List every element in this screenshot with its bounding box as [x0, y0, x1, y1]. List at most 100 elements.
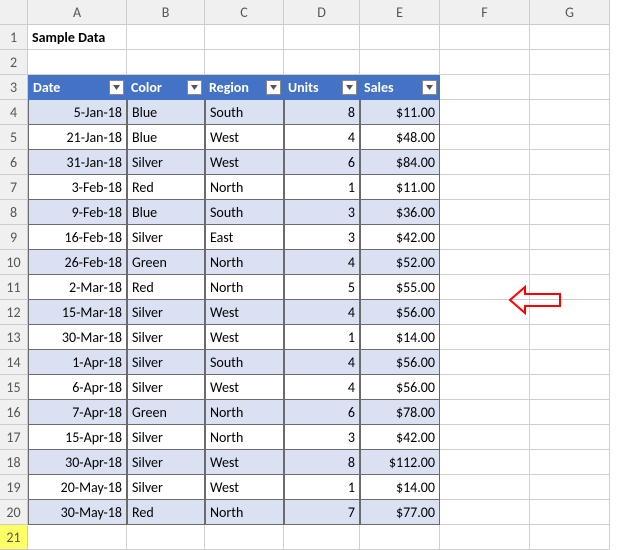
cell-date-5[interactable]: 21-Jan-18 — [28, 125, 127, 150]
cell-region-5[interactable]: West — [205, 125, 284, 150]
row-header-10[interactable]: 10 — [0, 250, 28, 275]
cell-color-4[interactable]: Blue — [127, 100, 205, 125]
cell-21-E[interactable] — [360, 525, 440, 550]
cell-units-11[interactable]: 5 — [284, 275, 360, 300]
cell-date-16[interactable]: 7-Apr-18 — [28, 400, 127, 425]
col-header-F[interactable]: F — [440, 0, 530, 25]
cell-sales-18[interactable]: $112.00 — [360, 450, 440, 475]
cell-2-F[interactable] — [440, 50, 530, 75]
cell-units-14[interactable]: 4 — [284, 350, 360, 375]
cell-region-14[interactable]: South — [205, 350, 284, 375]
row-header-15[interactable]: 15 — [0, 375, 28, 400]
cell-date-9[interactable]: 16-Feb-18 — [28, 225, 127, 250]
cell-color-7[interactable]: Red — [127, 175, 205, 200]
cell-date-10[interactable]: 26-Feb-18 — [28, 250, 127, 275]
cell-21-B[interactable] — [127, 525, 205, 550]
cell-date-4[interactable]: 5-Jan-18 — [28, 100, 127, 125]
cell-2-E[interactable] — [360, 50, 440, 75]
row-header-14[interactable]: 14 — [0, 350, 28, 375]
cell-sales-12[interactable]: $56.00 — [360, 300, 440, 325]
cell-color-5[interactable]: Blue — [127, 125, 205, 150]
cell-units-19[interactable]: 1 — [284, 475, 360, 500]
table-header-region[interactable]: Region — [205, 75, 284, 100]
cell-1-G[interactable] — [530, 25, 610, 50]
table-header-units[interactable]: Units — [284, 75, 360, 100]
cell-sales-5[interactable]: $48.00 — [360, 125, 440, 150]
cell-date-11[interactable]: 2-Mar-18 — [28, 275, 127, 300]
cell-15-G[interactable] — [530, 375, 610, 400]
cell-3-G[interactable] — [530, 75, 610, 100]
row-header-20[interactable]: 20 — [0, 500, 28, 525]
cell-2-D[interactable] — [284, 50, 360, 75]
cell-color-17[interactable]: Silver — [127, 425, 205, 450]
cell-19-F[interactable] — [440, 475, 530, 500]
table-header-color[interactable]: Color — [127, 75, 205, 100]
cell-21-A[interactable] — [28, 525, 127, 550]
title-cell[interactable]: Sample Data — [28, 25, 127, 50]
cell-region-7[interactable]: North — [205, 175, 284, 200]
table-header-sales[interactable]: Sales — [360, 75, 440, 100]
row-header-17[interactable]: 17 — [0, 425, 28, 450]
cell-1-C[interactable] — [205, 25, 284, 50]
cell-17-F[interactable] — [440, 425, 530, 450]
cell-16-G[interactable] — [530, 400, 610, 425]
cell-9-G[interactable] — [530, 225, 610, 250]
cell-color-12[interactable]: Silver — [127, 300, 205, 325]
cell-13-F[interactable] — [440, 325, 530, 350]
cell-sales-14[interactable]: $56.00 — [360, 350, 440, 375]
cell-sales-20[interactable]: $77.00 — [360, 500, 440, 525]
cell-units-8[interactable]: 3 — [284, 200, 360, 225]
cell-color-10[interactable]: Green — [127, 250, 205, 275]
row-header-13[interactable]: 13 — [0, 325, 28, 350]
cell-sales-15[interactable]: $56.00 — [360, 375, 440, 400]
cell-2-C[interactable] — [205, 50, 284, 75]
cell-10-G[interactable] — [530, 250, 610, 275]
cell-date-17[interactable]: 15-Apr-18 — [28, 425, 127, 450]
cell-sales-6[interactable]: $84.00 — [360, 150, 440, 175]
cell-21-C[interactable] — [205, 525, 284, 550]
cell-sales-13[interactable]: $14.00 — [360, 325, 440, 350]
row-header-11[interactable]: 11 — [0, 275, 28, 300]
cell-2-B[interactable] — [127, 50, 205, 75]
cell-sales-19[interactable]: $14.00 — [360, 475, 440, 500]
cell-units-16[interactable]: 6 — [284, 400, 360, 425]
cell-date-20[interactable]: 30-May-18 — [28, 500, 127, 525]
cell-20-F[interactable] — [440, 500, 530, 525]
cell-date-12[interactable]: 15-Mar-18 — [28, 300, 127, 325]
cell-5-F[interactable] — [440, 125, 530, 150]
cell-units-15[interactable]: 4 — [284, 375, 360, 400]
cell-color-20[interactable]: Red — [127, 500, 205, 525]
row-header-8[interactable]: 8 — [0, 200, 28, 225]
cell-units-10[interactable]: 4 — [284, 250, 360, 275]
cell-18-F[interactable] — [440, 450, 530, 475]
cell-11-G[interactable] — [530, 275, 610, 300]
cell-21-D[interactable] — [284, 525, 360, 550]
cell-date-13[interactable]: 30-Mar-18 — [28, 325, 127, 350]
cell-units-7[interactable]: 1 — [284, 175, 360, 200]
cell-sales-8[interactable]: $36.00 — [360, 200, 440, 225]
cell-units-9[interactable]: 3 — [284, 225, 360, 250]
row-header-2[interactable]: 2 — [0, 50, 28, 75]
cell-date-18[interactable]: 30-Apr-18 — [28, 450, 127, 475]
cell-13-G[interactable] — [530, 325, 610, 350]
cell-region-16[interactable]: North — [205, 400, 284, 425]
cell-8-G[interactable] — [530, 200, 610, 225]
row-header-9[interactable]: 9 — [0, 225, 28, 250]
row-header-6[interactable]: 6 — [0, 150, 28, 175]
cell-date-8[interactable]: 9-Feb-18 — [28, 200, 127, 225]
filter-color-button[interactable] — [187, 80, 202, 95]
cell-units-18[interactable]: 8 — [284, 450, 360, 475]
cell-units-20[interactable]: 7 — [284, 500, 360, 525]
cell-4-F[interactable] — [440, 100, 530, 125]
cell-region-9[interactable]: East — [205, 225, 284, 250]
cell-date-14[interactable]: 1-Apr-18 — [28, 350, 127, 375]
cell-21-F[interactable] — [440, 525, 530, 550]
cell-region-4[interactable]: South — [205, 100, 284, 125]
table-header-date[interactable]: Date — [28, 75, 127, 100]
cell-4-G[interactable] — [530, 100, 610, 125]
cell-2-G[interactable] — [530, 50, 610, 75]
row-header-3[interactable]: 3 — [0, 75, 28, 100]
cell-sales-16[interactable]: $78.00 — [360, 400, 440, 425]
select-all-corner[interactable] — [0, 0, 28, 25]
cell-1-F[interactable] — [440, 25, 530, 50]
